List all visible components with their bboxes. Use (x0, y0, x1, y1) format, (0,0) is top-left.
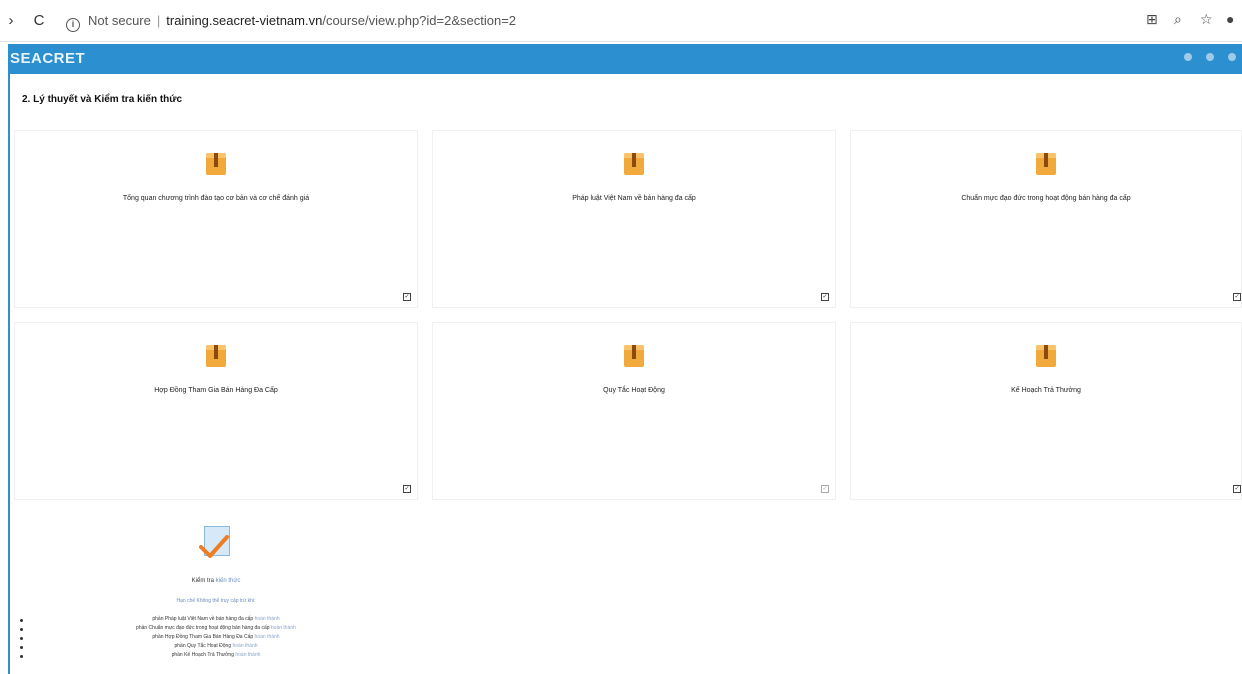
site-header: SEACRET (10, 44, 1242, 74)
completion-checkbox-icon[interactable]: ✓ (403, 293, 411, 301)
quiz-icon (199, 526, 230, 558)
restriction-item: phần Chuẩn mực đạo đức trong hoạt động b… (14, 625, 418, 634)
restriction-item: phần Pháp luật Việt Nam về bán hàng đa c… (14, 616, 418, 625)
security-label: Not secure (88, 13, 151, 28)
activity-card[interactable]: Kế Hoạch Trả Thưởng ✓ (850, 322, 1242, 500)
restriction-status: hoàn thành (253, 634, 280, 640)
card-title[interactable]: Chuẩn mực đạo đức trong hoạt động bán hà… (851, 195, 1241, 202)
profile-icon[interactable]: ● (1226, 11, 1234, 27)
back-arrow-icon[interactable]: › (2, 12, 20, 30)
restriction-note: Hạn chế Không thể truy cập trừ khi: (176, 598, 256, 604)
restriction-list: phần Pháp luật Việt Nam về bán hàng đa c… (14, 616, 418, 661)
restriction-status: hoàn thành (231, 643, 258, 649)
star-icon[interactable]: ☆ (1200, 11, 1213, 28)
restriction-text: phần Chuẩn mực đạo đức trong hoạt động b… (136, 625, 270, 631)
completion-checkbox-icon[interactable]: ✓ (403, 485, 411, 493)
package-icon (206, 153, 226, 175)
restriction-text: phần Kế Hoạch Trả Thưởng (171, 652, 234, 658)
completion-checkbox-icon[interactable]: ✓ (1233, 293, 1241, 301)
completion-checkbox-icon[interactable]: ✓ (821, 485, 829, 493)
notification-icon[interactable] (1184, 53, 1192, 61)
restriction-text: phần Hợp Đồng Tham Gia Bán Hàng Đa Cấp (152, 634, 254, 640)
package-icon (624, 153, 644, 175)
bullet (20, 655, 23, 658)
page-left-border (8, 44, 10, 674)
activity-card[interactable]: Quy Tắc Hoạt Động ✓ (432, 322, 836, 500)
translate-icon[interactable]: ⊞ (1146, 11, 1158, 28)
address-bar[interactable]: i Not secure | training.seacret-vietnam.vn/… (66, 13, 517, 32)
card-title[interactable]: Kế Hoạch Trả Thưởng (851, 387, 1241, 394)
completion-checkbox-icon[interactable]: ✓ (1233, 485, 1241, 493)
restriction-status: hoàn thành (269, 625, 296, 631)
header-icons (1184, 53, 1236, 61)
activity-card[interactable]: Hợp Đồng Tham Gia Bán Hàng Đa Cấp ✓ (14, 322, 418, 500)
card-title[interactable]: Tổng quan chương trình đào tạo cơ bản và… (15, 195, 417, 202)
restriction-status: hoàn thành (253, 616, 280, 622)
quiz-title-highlight[interactable]: kiến thức (216, 578, 241, 584)
site-logo[interactable]: SEACRET (10, 50, 85, 67)
restriction-text: phần Pháp luật Việt Nam về bán hàng đa c… (152, 616, 254, 622)
restriction-text: phần Quy Tắc Hoạt Động (174, 643, 232, 649)
card-title[interactable]: Pháp luật Việt Nam về bán hàng đa cấp (433, 195, 835, 202)
user-menu-icon[interactable] (1228, 53, 1236, 61)
bullet (20, 637, 23, 640)
bullet (20, 646, 23, 649)
card-title[interactable]: Quy Tắc Hoạt Động (433, 387, 835, 394)
restriction-item: phần Kế Hoạch Trả Thưởng hoàn thành (14, 652, 418, 661)
restriction-item: phần Hợp Đồng Tham Gia Bán Hàng Đa Cấp h… (14, 634, 418, 643)
message-icon[interactable] (1206, 53, 1214, 61)
url-separator: | (156, 13, 161, 28)
quiz-title[interactable]: Kiểm tra kiến thức (14, 578, 418, 584)
quiz-checkmark-icon (199, 535, 229, 558)
completion-checkbox-icon[interactable]: ✓ (821, 293, 829, 301)
package-icon (1036, 345, 1056, 367)
package-icon (206, 345, 226, 367)
activity-card[interactable]: Chuẩn mực đạo đức trong hoạt động bán hà… (850, 130, 1242, 308)
reload-icon[interactable]: C (30, 12, 48, 30)
bullet (20, 628, 23, 631)
package-icon (1036, 153, 1056, 175)
quiz-title-main[interactable]: Kiểm tra (192, 578, 216, 584)
browser-toolbar: › C i Not secure | training.seacret-vietnam… (0, 0, 1242, 42)
restriction-item: phần Quy Tắc Hoạt Động hoàn thành (14, 643, 418, 652)
activity-card[interactable]: Tổng quan chương trình đào tạo cơ bản và… (14, 130, 418, 308)
url-host: training.seacret-vietnam.vn (166, 13, 323, 28)
url-path: /course/view.php?id=2&section=2 (322, 13, 517, 28)
zoom-icon[interactable]: ⌕ (1174, 11, 1182, 28)
info-icon[interactable]: i (66, 18, 80, 32)
bullet (20, 619, 23, 622)
package-icon (624, 345, 644, 367)
quiz-activity: Kiểm tra kiến thức Hạn chế Không thể tru… (14, 516, 418, 671)
activity-card[interactable]: Pháp luật Việt Nam về bán hàng đa cấp ✓ (432, 130, 836, 308)
restriction-status: hoàn thành (233, 652, 261, 658)
card-title[interactable]: Hợp Đồng Tham Gia Bán Hàng Đa Cấp (15, 387, 417, 394)
section-title: 2. Lý thuyết và Kiểm tra kiến thức (22, 94, 183, 105)
